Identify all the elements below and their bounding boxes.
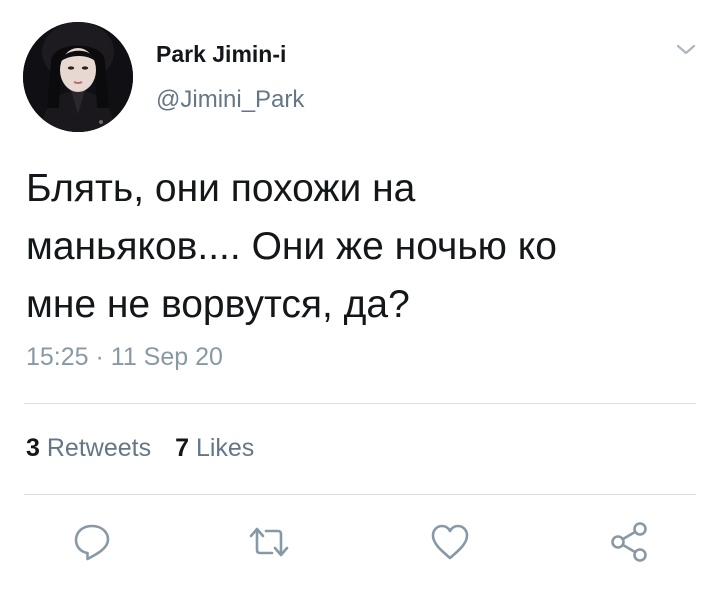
user-handle[interactable]: @Jimini_Park: [156, 86, 304, 114]
tweet-text-line: маньяков.... Они же ночью ко: [26, 225, 557, 268]
retweet-button[interactable]: [247, 520, 291, 564]
retweets-count: 3: [26, 434, 40, 462]
chevron-down-icon[interactable]: [674, 42, 698, 58]
share-icon: [611, 522, 647, 562]
tweet-timestamp[interactable]: 15:25 · 11 Sep 20: [26, 343, 223, 372]
tweet-text-line: мне не ворвутся, да?: [26, 283, 410, 326]
tweet-text-line: Блять, они похожи на: [26, 167, 416, 210]
avatar[interactable]: [23, 22, 133, 132]
likes-stat[interactable]: 7 Likes: [175, 434, 254, 462]
retweets-stat[interactable]: 3 Retweets: [26, 434, 151, 462]
avatar-photo: [23, 22, 133, 132]
tweet-text: Блять, они похожи на маньяков.... Они же…: [26, 160, 696, 334]
share-button[interactable]: [608, 520, 652, 564]
like-icon: [431, 524, 469, 560]
retweet-icon: [249, 527, 289, 557]
likes-label: Likes: [195, 434, 255, 462]
like-button[interactable]: [428, 520, 472, 564]
retweets-label: Retweets: [46, 434, 152, 462]
tweet-stats: 3 Retweets 7 Likes: [26, 434, 254, 463]
reply-icon: [74, 524, 110, 561]
likes-count: 7: [175, 434, 189, 462]
display-name[interactable]: Park Jimin-i: [156, 41, 286, 68]
reply-button[interactable]: [70, 520, 114, 564]
divider: [24, 403, 696, 404]
divider: [24, 494, 696, 495]
